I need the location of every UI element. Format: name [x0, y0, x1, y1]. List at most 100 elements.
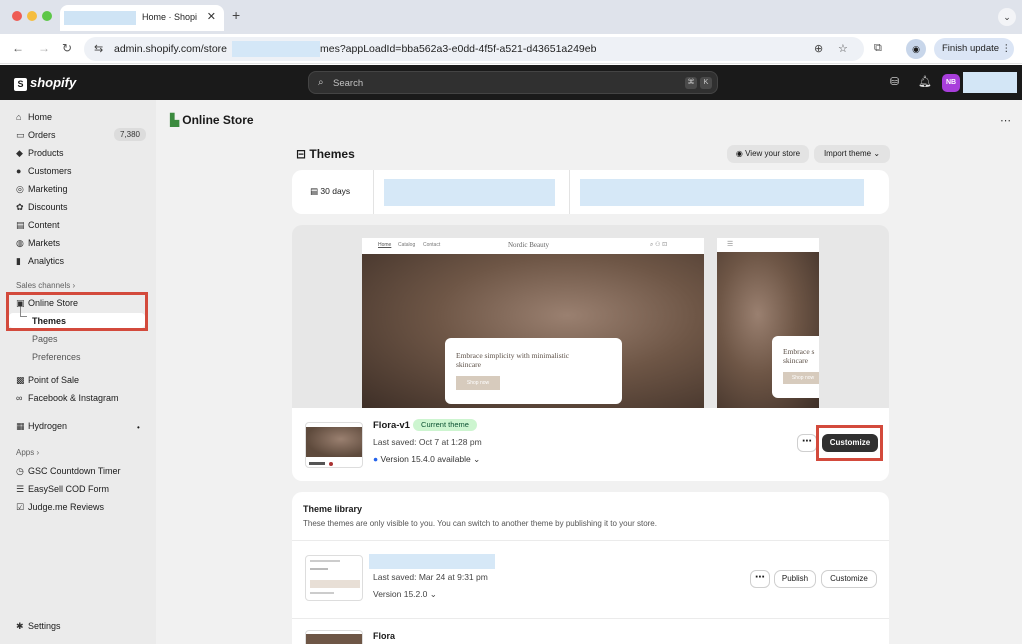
sidebar-item-analytics[interactable]: ▮ Analytics [16, 256, 64, 267]
more-actions-icon[interactable]: ⋯ [1000, 114, 1011, 127]
sidebar-item-label: Products [28, 148, 64, 158]
gear-icon: ✱ [16, 621, 24, 631]
hero-shop-button: Shop now [456, 376, 500, 390]
back-arrow-icon[interactable]: ← [12, 41, 24, 55]
sidebar-item-gsc[interactable]: ◷ GSC Countdown Timer [16, 466, 121, 477]
sidebar-item-home[interactable]: ⌂ Home [16, 112, 52, 122]
sidebar-item-settings[interactable]: ✱ Settings [16, 621, 61, 632]
preview-nav-contact: Contact [423, 242, 441, 248]
home-icon: ⌂ [16, 112, 22, 122]
sidebar-item-label: Settings [28, 621, 61, 631]
tab-search-chevron-icon[interactable]: ⌄ [998, 8, 1016, 26]
current-theme-more-button[interactable]: ⋯ [797, 434, 817, 452]
url-field[interactable]: ⇆ admin.shopify.com/store mes?appLoadId=… [84, 37, 864, 61]
sidebar-item-judgeme[interactable]: ☑ Judge.me Reviews [16, 502, 104, 513]
online-store-highlight [6, 292, 148, 331]
current-theme-badge: Current theme [413, 419, 477, 431]
date-range-label: 30 days [320, 186, 351, 196]
close-window-icon[interactable] [12, 11, 22, 21]
reload-icon[interactable]: ↻ [62, 41, 72, 55]
apps-heading[interactable]: Apps › [16, 448, 39, 457]
view-store-button[interactable]: ◉ View your store [727, 145, 809, 163]
online-store-icon: ▙ [170, 113, 180, 127]
target-icon: ◎ [16, 184, 24, 194]
desktop-preview: Home Catalog Contact Nordic Beauty ⌕ ⚇ ⊡… [362, 238, 704, 408]
divider [292, 540, 889, 541]
person-icon: ● [16, 166, 22, 176]
date-range-selector[interactable]: ▤ 30 days [310, 186, 350, 197]
customize-button[interactable]: Customize [822, 434, 878, 452]
new-tab-icon[interactable]: + [232, 7, 240, 23]
sidebar-item-customers[interactable]: ● Customers [16, 166, 72, 176]
sidebar-item-discounts[interactable]: ✿ Discounts [16, 202, 68, 213]
url-text-rest: mes?appLoadId=bba562a3-e0dd-4f5f-a521-d4… [320, 43, 597, 55]
sidebar-item-point-of-sale[interactable]: ▩ Point of Sale [16, 375, 79, 386]
sidebar-item-orders[interactable]: ▭ Orders [16, 130, 56, 141]
mobile-hero-heading: Embrace s skincare [783, 347, 815, 366]
sidebar-item-label: Content [28, 220, 60, 230]
profile-icon[interactable]: ◉ [906, 39, 926, 59]
forward-arrow-icon[interactable]: → [38, 41, 50, 55]
page-title: ▙ Online Store [170, 113, 254, 127]
sidebar-item-pages[interactable]: Pages [32, 334, 58, 344]
shortcut-key-k: K [700, 77, 712, 89]
publish-button[interactable]: Publish [774, 570, 816, 588]
sidebar-item-easysell[interactable]: ☰ EasySell COD Form [16, 484, 109, 495]
sidebar-item-label: Facebook & Instagram [28, 393, 119, 403]
search-input[interactable]: ⌕ Search ⌘ K [308, 71, 718, 94]
close-tab-icon[interactable]: ✕ [207, 10, 216, 23]
preview-nav-home: Home [378, 242, 392, 248]
sidebar-item-hydrogen[interactable]: ▦ Hydrogen [16, 421, 67, 432]
hamburger-icon: ☰ [727, 241, 734, 248]
sales-channels-heading[interactable]: Sales channels › [16, 281, 75, 290]
redacted-block [580, 179, 864, 206]
hydrogen-indicator-dot: • [137, 423, 140, 432]
minimize-window-icon[interactable] [27, 11, 37, 21]
browser-tab[interactable]: Home · Shopi ✕ [60, 5, 224, 31]
library-more-button[interactable]: ⋯ [750, 570, 770, 588]
current-last-saved: Last saved: Oct 7 at 1:28 pm [373, 437, 482, 447]
bookmark-star-icon[interactable]: ☆ [838, 42, 848, 55]
library-version-dropdown[interactable]: Version 15.2.0 ⌄ [373, 589, 437, 600]
sidebar-item-preferences[interactable]: Preferences [32, 352, 81, 362]
redacted-block [384, 179, 555, 206]
avatar[interactable]: NB [942, 74, 960, 92]
inbox-icon: ▭ [16, 130, 25, 140]
thumbnail-swatch [329, 462, 333, 466]
hydrogen-icon: ▦ [16, 421, 25, 431]
bell-icon[interactable]: 🔔︎ [918, 75, 932, 88]
version-available-dropdown[interactable]: ● Version 15.4.0 available ⌄ [373, 454, 480, 465]
import-theme-button[interactable]: Import theme ⌄ [814, 145, 890, 163]
extensions-icon[interactable]: ⧉ [874, 42, 882, 55]
sidebar-item-marketing[interactable]: ◎ Marketing [16, 184, 68, 195]
library-customize-button[interactable]: Customize [821, 570, 877, 588]
import-theme-label: Import theme [823, 149, 872, 158]
sidebar-item-facebook[interactable]: ∞ Facebook & Instagram [16, 393, 119, 403]
shopify-logo[interactable]: Sshopify [14, 75, 76, 91]
orders-count-badge: 7,380 [114, 128, 146, 141]
thumbnail-hero [306, 427, 362, 457]
thumbnail-hero [306, 634, 362, 644]
sidebar-item-markets[interactable]: ◍ Markets [16, 238, 60, 249]
timer-icon: ◷ [16, 466, 24, 476]
discount-icon: ✿ [16, 202, 24, 212]
tab-title: Home · Shopi [142, 12, 198, 22]
sidebar-item-content[interactable]: ▤ Content [16, 220, 60, 231]
sidebar-item-label: Markets [28, 238, 61, 248]
library-theme-thumbnail [305, 555, 363, 601]
thumbnail-line [310, 560, 340, 562]
blue-dot-icon: ● [373, 454, 381, 464]
theme-library-description: These themes are only visible to you. Yo… [303, 519, 657, 528]
form-icon: ☰ [16, 484, 25, 494]
thumbnail-block [310, 580, 360, 588]
site-settings-icon[interactable]: ⇆ [94, 42, 103, 55]
view-store-label: View your store [745, 149, 801, 158]
redacted-block [963, 72, 1017, 93]
sidebar-item-products[interactable]: ◆ Products [16, 148, 64, 159]
store-icon[interactable]: ⛁ [890, 75, 899, 88]
zoom-icon[interactable]: ⊕ [814, 42, 823, 55]
flora-thumbnail [305, 630, 363, 644]
maximize-window-icon[interactable] [42, 11, 52, 21]
bar-chart-icon: ▮ [16, 256, 21, 266]
finish-update-button[interactable]: Finish update ⋮ [934, 38, 1014, 60]
